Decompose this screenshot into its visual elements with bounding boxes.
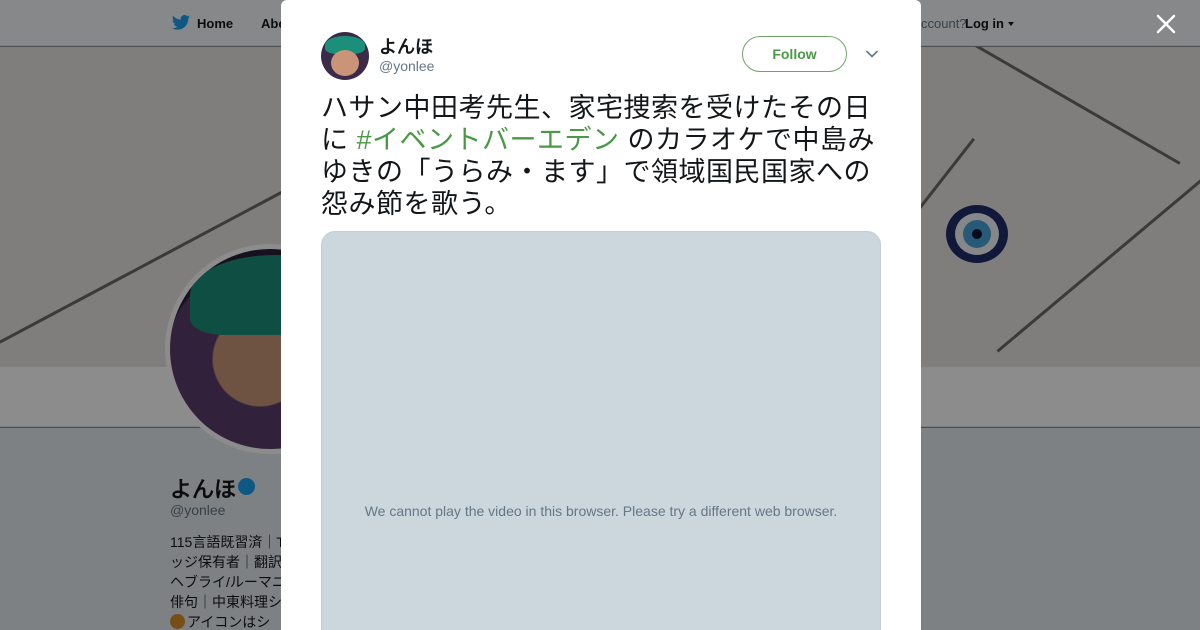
follow-button[interactable]: Follow xyxy=(742,36,847,72)
tweet-author-name[interactable]: よんほ xyxy=(379,33,433,59)
tweet-text: ハサン中田考先生、家宅捜索を受けたその日に #イベントバーエデン のカラオケで中… xyxy=(321,92,886,220)
tweet-author-avatar[interactable] xyxy=(321,32,369,80)
hashtag-link[interactable]: #イベントバーエデン xyxy=(357,125,620,155)
tweet-author-handle[interactable]: @yonlee xyxy=(379,58,434,74)
close-icon[interactable] xyxy=(1150,8,1182,40)
video-player[interactable]: We cannot play the video in this browser… xyxy=(321,231,881,630)
avatar-face xyxy=(331,50,359,76)
tweet-modal: よんほ @yonlee Follow ハサン中田考先生、家宅捜索を受けたその日に… xyxy=(281,0,921,630)
video-error-message: We cannot play the video in this browser… xyxy=(364,503,838,519)
chevron-down-icon[interactable] xyxy=(864,46,880,62)
